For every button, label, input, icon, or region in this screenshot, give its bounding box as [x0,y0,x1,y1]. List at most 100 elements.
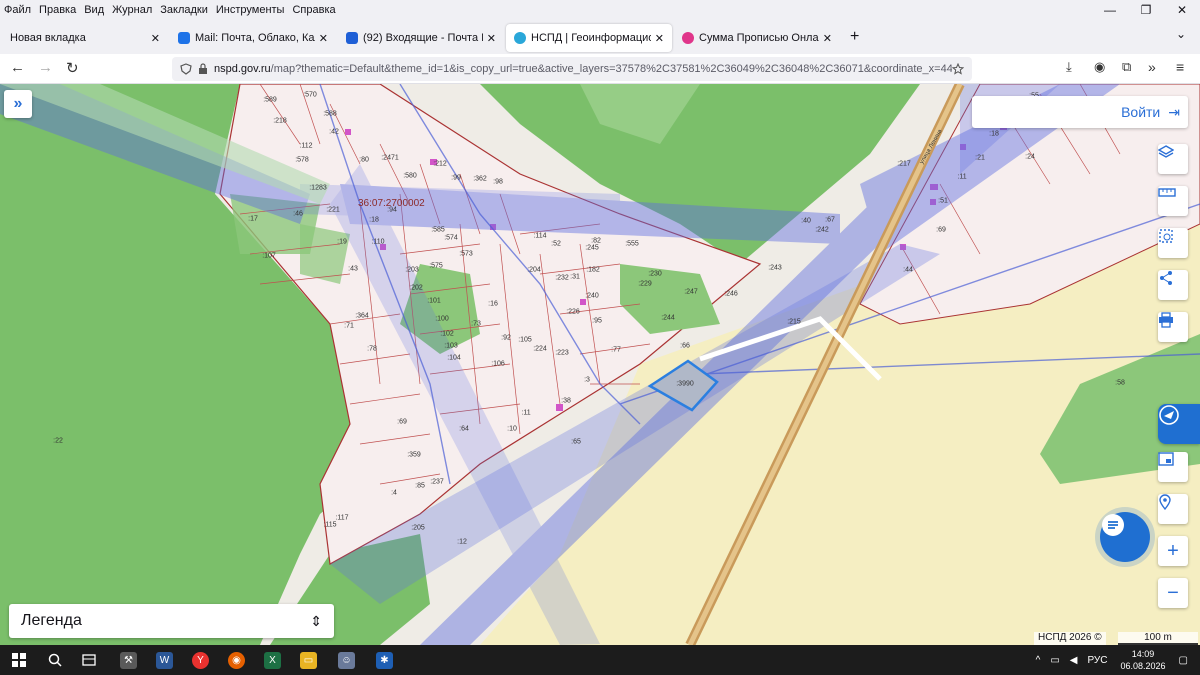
windows-start-icon[interactable] [12,653,26,667]
plot-label: :112 [299,142,313,150]
measure-button[interactable] [1158,186,1188,216]
restore-button[interactable]: ❐ [1128,0,1164,20]
expand-panel-button[interactable]: » [4,90,32,118]
new-tab-button[interactable]: + [850,28,859,46]
select-area-button[interactable] [1158,228,1188,258]
tab-title: НСПД | Геоинформационный [531,32,651,44]
plot-label: :11 [957,173,967,181]
close-icon[interactable]: ✕ [655,32,664,45]
notifications-icon[interactable]: ▢ [1179,655,1188,666]
services-button[interactable] [1158,404,1200,444]
sum-favicon-icon [682,32,694,44]
legend-select[interactable]: Легенда ⇕ [9,604,334,638]
account-icon[interactable]: ◉ [1094,59,1105,75]
file-explorer-icon[interactable]: ▭ [300,652,317,669]
menu-view[interactable]: Вид [80,0,108,20]
forward-button[interactable]: → [38,59,53,76]
plot-label: :40 [801,217,811,225]
tab-list-button[interactable]: ⌄ [1176,27,1186,41]
plot-label: :204 [527,266,541,274]
clock[interactable]: 14:09 06.08.2026 [1121,648,1166,672]
chat-button[interactable] [1100,512,1150,562]
selected-plot-label: :3990 [676,380,694,388]
menu-edit[interactable]: Правка [35,0,80,20]
lock-icon [199,63,207,74]
app-menu-icon[interactable]: ≡ [1176,59,1184,75]
print-button[interactable] [1158,312,1188,342]
word-app-icon[interactable]: W [156,652,173,669]
volume-icon[interactable]: ◀ [1070,655,1078,666]
tools-app-icon[interactable]: ⚒ [120,652,137,669]
url-path: /map?thematic=Default&theme_id=1&is_copy… [270,63,952,75]
excel-app-icon[interactable]: X [264,652,281,669]
share-button[interactable] [1158,270,1188,300]
close-icon[interactable]: ✕ [823,32,832,45]
search-icon[interactable] [48,653,62,667]
tab-mail-cloud[interactable]: Mail: Почта, Облако, Календар ✕ [170,24,336,52]
geolocation-button[interactable] [1158,494,1188,524]
tray-expand-icon[interactable]: ^ [1036,655,1041,666]
layers-button[interactable] [1158,144,1188,174]
plot-label: :64 [459,425,469,433]
plot-label: :106 [491,360,505,368]
minimize-button[interactable]: — [1092,0,1128,20]
zoom-out-button[interactable]: − [1158,578,1188,608]
plot-label: :4 [391,489,397,497]
plot-label: :223 [555,349,569,357]
plot-label: :243 [768,264,782,272]
plot-label: :12 [457,538,467,546]
download-icon[interactable]: ⤓ [1066,59,1072,75]
menu-file[interactable]: Файл [0,0,35,20]
login-button[interactable]: Войти ⇥ [972,96,1188,128]
yandex-browser-icon[interactable]: Y [192,652,209,669]
tab-title: (92) Входящие - Почта Mail [363,32,483,44]
mail-favicon-icon [178,32,190,44]
reload-button[interactable]: ↻ [66,59,79,77]
menu-bookmarks[interactable]: Закладки [156,0,212,20]
plot-label: :240 [585,292,599,300]
close-icon[interactable]: ✕ [151,32,160,45]
plot-label: :588 [323,110,337,118]
plot-label: :217 [897,160,911,168]
close-icon[interactable]: ✕ [487,32,496,45]
menu-tools[interactable]: Инструменты [212,0,289,20]
tab-title: Сумма Прописью Онлайн - се [699,32,819,44]
tab-mail-inbox[interactable]: (92) Входящие - Почта Mail ✕ [338,24,504,52]
plot-label: :247 [684,288,698,296]
network-icon[interactable]: ▭ [1050,655,1059,666]
mail-favicon-icon [346,32,358,44]
plot-label: :98 [493,178,503,186]
basemap-button[interactable] [1158,452,1188,482]
task-view-icon[interactable] [82,653,96,667]
plot-label: :77 [611,346,621,354]
tab-nspd[interactable]: НСПД | Геоинформационный ✕ [506,24,672,52]
firefox-icon[interactable]: ◉ [228,652,245,669]
plot-label: :585 [431,226,445,234]
language-indicator[interactable]: РУС [1087,655,1107,666]
bookmark-star-icon[interactable] [952,63,964,75]
remote-app-icon[interactable]: ✱ [376,652,393,669]
menu-help[interactable]: Справка [288,0,339,20]
plot-label: :16 [488,300,498,308]
plot-label: :580 [403,172,417,180]
address-bar[interactable]: nspd.gov.ru/map?thematic=Default&theme_i… [172,57,972,81]
system-tray: ^ ▭ ◀ РУС 14:09 06.08.2026 ▢ [1031,645,1200,675]
plot-label: :364 [355,312,369,320]
plot-label: :71 [344,322,354,330]
close-window-button[interactable]: ✕ [1164,0,1200,20]
plot-label: :203 [405,266,419,274]
extensions-icon[interactable]: ⧉ [1122,59,1131,75]
back-button[interactable]: ← [10,59,25,76]
plot-label: :229 [638,280,652,288]
map-canvas[interactable]: 36:07:2700002 :3990 улица Ленина :589:57… [0,84,1200,645]
more-tools-icon[interactable]: » [1148,59,1156,75]
tab-new-tab[interactable]: Новая вкладка ✕ [2,24,168,52]
legend-label: Легенда [21,612,82,629]
user-app-icon[interactable]: ☺ [338,652,355,669]
zoom-in-button[interactable]: + [1158,536,1188,566]
menu-history[interactable]: Журнал [108,0,156,20]
tab-sum-words[interactable]: Сумма Прописью Онлайн - се ✕ [674,24,840,52]
plot-label: :69 [936,226,946,234]
close-icon[interactable]: ✕ [319,32,328,45]
plot-label: :182 [586,266,600,274]
